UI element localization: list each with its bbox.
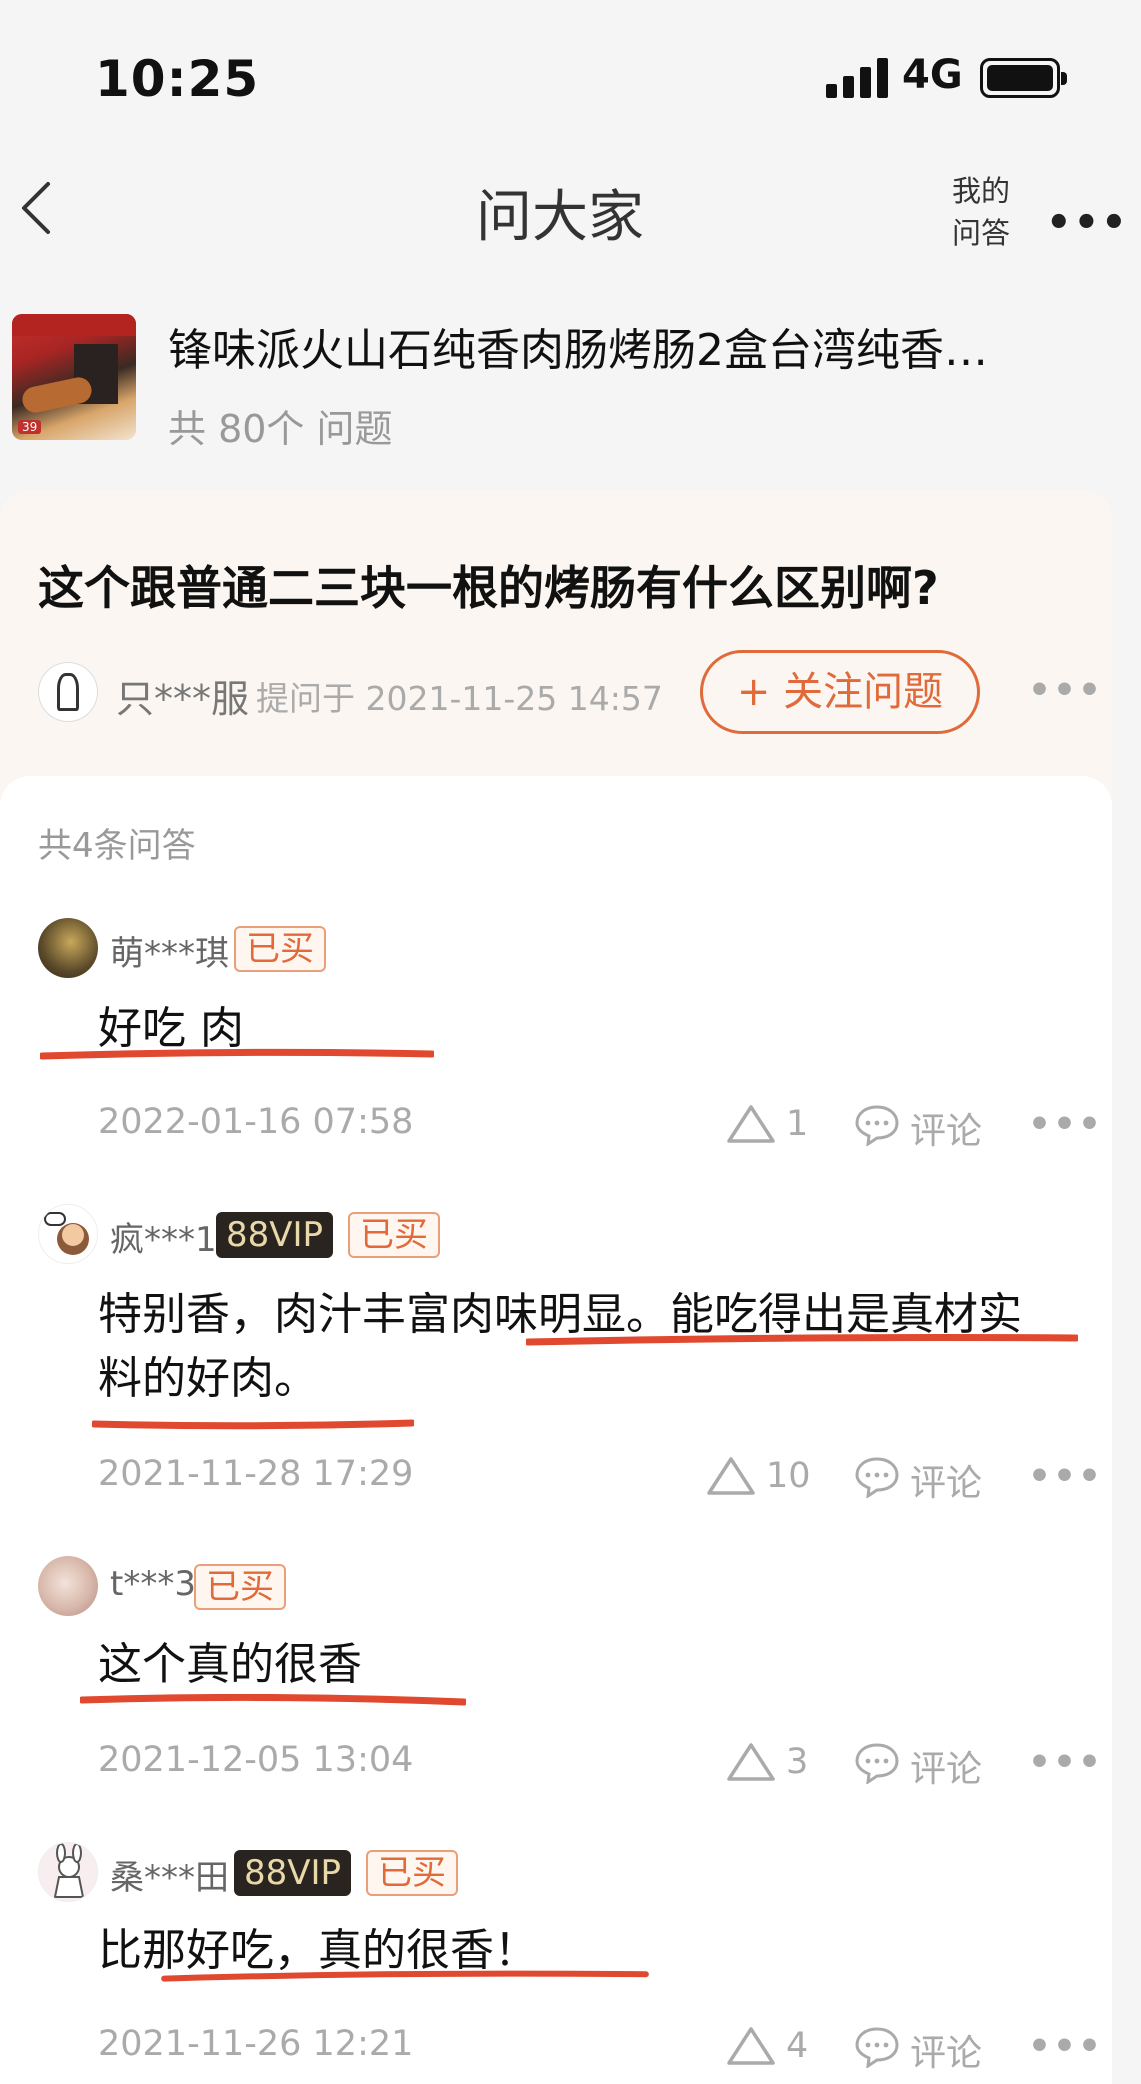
more-options-icon[interactable]: •••: [1046, 200, 1129, 246]
bought-badge: 已买: [366, 1850, 458, 1896]
answers-total: 共4条问答: [38, 826, 196, 866]
avatar[interactable]: [38, 1556, 98, 1616]
asker-name: 只***服: [116, 677, 250, 721]
like-icon[interactable]: [726, 1742, 776, 1782]
status-time: 10:25: [95, 50, 260, 108]
bought-badge: 已买: [194, 1564, 286, 1610]
network-label: 4G: [902, 52, 963, 98]
comment-button[interactable]: 评论: [910, 1454, 982, 1506]
comment-icon[interactable]: [854, 2026, 900, 2068]
comment-button[interactable]: 评论: [910, 1102, 982, 1154]
avatar[interactable]: [38, 918, 98, 978]
answer-date: 2021-11-26 12:21: [98, 2024, 414, 2064]
question-more-icon[interactable]: •••: [1028, 670, 1103, 711]
comment-button[interactable]: 评论: [910, 1740, 982, 1792]
question-text: 这个跟普通二三块一根的烤肠有什么区别啊?: [38, 561, 939, 615]
thumb-price: 39: [18, 420, 42, 434]
answer-more-icon[interactable]: •••: [1028, 2026, 1103, 2067]
battery-icon: [980, 58, 1067, 98]
like-count: 10: [766, 1456, 811, 1496]
underline-mark: [80, 1694, 466, 1706]
question-count: 共 80个 问题: [168, 407, 393, 451]
avatar[interactable]: [38, 1842, 98, 1902]
product-name[interactable]: 锋味派火山石纯香肉肠烤肠2盒台湾纯香…: [168, 314, 1088, 378]
answer-user: 疯***1: [110, 1220, 217, 1260]
bought-badge: 已买: [348, 1212, 440, 1258]
answer-user: t***3: [110, 1564, 196, 1604]
comment-button[interactable]: 评论: [910, 2024, 982, 2076]
answer-text: 这个真的很香: [98, 1639, 362, 1690]
like-count: 1: [786, 1104, 809, 1144]
underline-mark: [161, 1970, 649, 1982]
answer-user: 桑***田: [110, 1858, 229, 1898]
answer-more-icon[interactable]: •••: [1028, 1742, 1103, 1783]
asker-avatar: [38, 662, 98, 722]
my-qa-button[interactable]: 我的 问答: [952, 170, 1010, 254]
signal-icon: [826, 58, 888, 98]
like-icon[interactable]: [726, 2026, 776, 2066]
answer-date: 2022-01-16 07:58: [98, 1102, 414, 1142]
underline-mark: [526, 1334, 1078, 1346]
like-icon[interactable]: [726, 1104, 776, 1144]
bought-badge: 已买: [234, 926, 326, 972]
vip-badge: 88VIP: [216, 1212, 334, 1258]
answer-more-icon[interactable]: •••: [1028, 1456, 1103, 1497]
comment-icon[interactable]: [854, 1104, 900, 1146]
vip-badge: 88VIP: [234, 1850, 352, 1896]
answer-more-icon[interactable]: •••: [1028, 1104, 1103, 1145]
answer-date: 2021-11-28 17:29: [98, 1454, 414, 1494]
answer-text-line2: 料的好肉。: [98, 1353, 318, 1404]
answer-date: 2021-12-05 13:04: [98, 1740, 414, 1780]
question-meta: 提问于 2021-11-25 14:57: [256, 679, 663, 718]
underline-mark: [40, 1048, 434, 1060]
my-qa-label-line1: 我的: [952, 174, 1011, 208]
like-icon[interactable]: [706, 1456, 756, 1496]
comment-icon[interactable]: [854, 1742, 900, 1784]
follow-question-button[interactable]: + 关注问题: [700, 650, 980, 734]
like-count: 3: [786, 1742, 809, 1782]
underline-mark: [92, 1419, 414, 1430]
avatar[interactable]: [38, 1204, 98, 1264]
answer-user: 萌***琪: [110, 934, 229, 974]
my-qa-label-line2: 问答: [952, 216, 1011, 250]
comment-icon[interactable]: [854, 1456, 900, 1498]
like-count: 4: [786, 2026, 809, 2066]
product-thumbnail[interactable]: 39: [12, 314, 136, 440]
